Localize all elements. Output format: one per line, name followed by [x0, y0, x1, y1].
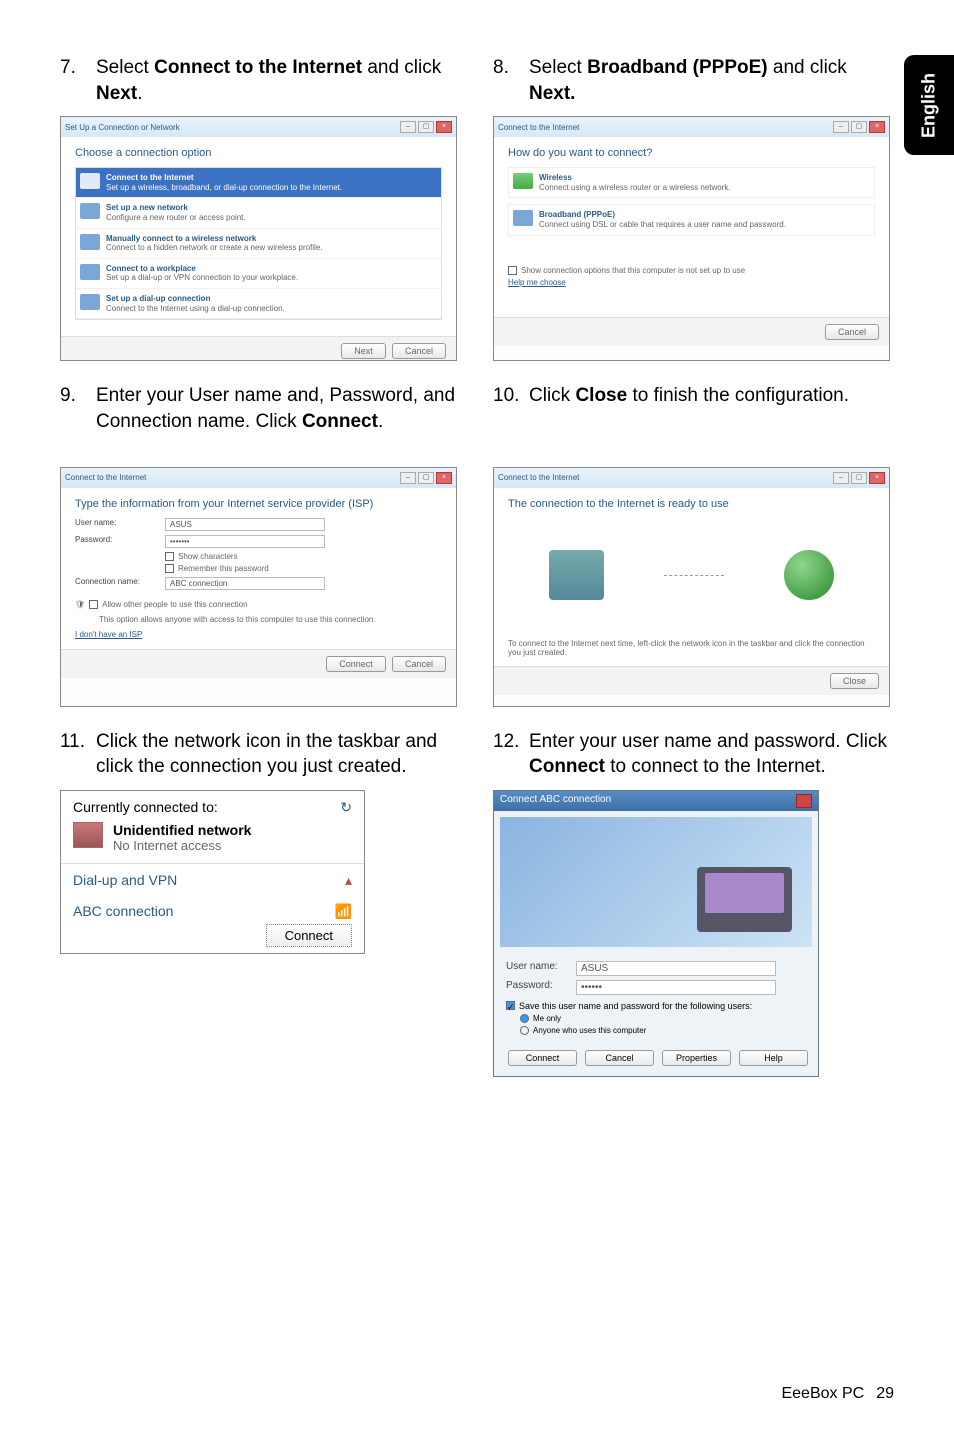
flyout-header: Currently connected to: [73, 799, 218, 815]
connect-button[interactable]: Connect [266, 924, 352, 947]
building-icon [80, 264, 100, 280]
signal-icon [513, 173, 533, 189]
connect-button[interactable]: Connect [326, 656, 386, 672]
option-dialup[interactable]: Set up a dial-up connectionConnect to th… [76, 289, 441, 319]
connect-button[interactable]: Connect [508, 1050, 577, 1066]
pc-icon [549, 550, 604, 600]
screenshot-isp-info: Connect to the Internet –▢× Type the inf… [60, 467, 457, 707]
next-button[interactable]: Next [341, 343, 386, 359]
dialog-heading: The connection to the Internet is ready … [508, 498, 875, 510]
connection-item[interactable]: ABC connection 📶 [61, 897, 364, 923]
modem-icon [513, 210, 533, 226]
max-icon[interactable]: ▢ [418, 121, 434, 133]
step-11: 11. Click the network icon in the taskba… [60, 729, 457, 780]
checkbox-icon[interactable] [89, 600, 98, 609]
window-title: Connect to the Internet [498, 123, 579, 132]
radio-icon[interactable] [520, 1014, 529, 1023]
globe-icon [784, 550, 834, 600]
max-icon[interactable]: ▢ [851, 121, 867, 133]
radio-icon[interactable] [520, 1026, 529, 1035]
window-title: Connect to the Internet [65, 473, 146, 482]
close-button[interactable]: Close [830, 673, 879, 689]
password-input[interactable]: •••••• [576, 980, 776, 995]
signal-icon: 📶 [335, 903, 352, 920]
close-icon[interactable] [796, 794, 812, 808]
page-footer: EeeBox PC29 [781, 1385, 894, 1403]
network-flyout: Currently connected to: ↻ Unidentified n… [60, 790, 365, 954]
dialog-heading: Type the information from your Internet … [75, 498, 442, 510]
close-icon[interactable]: × [869, 121, 885, 133]
window-title: Set Up a Connection or Network [65, 123, 180, 132]
step-10: 10. Click Close to finish the configurat… [493, 383, 890, 409]
connection-name-input[interactable]: ABC connection [165, 577, 325, 590]
cancel-button[interactable]: Cancel [825, 324, 879, 340]
dial-connect-dialog: Connect ABC connection User name:ASUS Pa… [493, 790, 819, 1077]
screenshot-ready: Connect to the Internet –▢× The connecti… [493, 467, 890, 707]
close-icon[interactable]: × [869, 472, 885, 484]
checkbox-icon[interactable] [165, 564, 174, 573]
connection-line [664, 575, 724, 576]
close-icon[interactable]: × [436, 121, 452, 133]
dialog-heading: Choose a connection option [75, 147, 442, 159]
collapse-icon[interactable]: ▴ [345, 872, 352, 889]
screenshot-how-connect: Connect to the Internet – ▢ × How do you… [493, 116, 890, 361]
network-status: No Internet access [113, 838, 251, 853]
option-workplace[interactable]: Connect to a workplaceSet up a dial-up o… [76, 259, 441, 289]
refresh-icon[interactable]: ↻ [340, 799, 352, 816]
wireless-icon [80, 234, 100, 250]
globe-icon [80, 173, 100, 189]
checkbox-icon[interactable]: ✓ [506, 1001, 515, 1010]
router-icon [80, 203, 100, 219]
step-12: 12. Enter your user name and password. C… [493, 729, 890, 780]
option-connect-internet[interactable]: Connect to the InternetSet up a wireless… [76, 168, 441, 198]
section-label: Dial-up and VPN [73, 872, 177, 889]
option-manual-wireless[interactable]: Manually connect to a wireless networkCo… [76, 229, 441, 259]
option-wireless[interactable]: WirelessConnect using a wireless router … [508, 167, 875, 198]
close-icon[interactable]: × [436, 472, 452, 484]
dialog-title: Connect ABC connection [500, 794, 611, 808]
dialog-heading: How do you want to connect? [508, 147, 875, 159]
cancel-button[interactable]: Cancel [585, 1050, 654, 1066]
min-icon[interactable]: – [833, 121, 849, 133]
password-input[interactable]: ••••••• [165, 535, 325, 548]
option-new-network[interactable]: Set up a new networkConfigure a new rout… [76, 198, 441, 228]
help-button[interactable]: Help [739, 1050, 808, 1066]
step-9: 9. Enter your User name and, Password, a… [60, 383, 457, 434]
connection-graphic [500, 817, 812, 947]
network-status-icon [73, 822, 103, 848]
help-link[interactable]: Help me choose [508, 278, 566, 287]
language-tab: English [904, 55, 954, 155]
checkbox-icon[interactable] [165, 552, 174, 561]
username-input[interactable]: ASUS [576, 961, 776, 976]
option-broadband[interactable]: Broadband (PPPoE)Connect using DSL or ca… [508, 204, 875, 235]
no-isp-link[interactable]: I don't have an ISP [75, 630, 142, 639]
min-icon[interactable]: – [400, 121, 416, 133]
laptop-icon [697, 867, 792, 932]
screenshot-choose-connection: Set Up a Connection or Network – ▢ × Cho… [60, 116, 457, 361]
username-input[interactable]: ASUS [165, 518, 325, 531]
properties-button[interactable]: Properties [662, 1050, 731, 1066]
phone-icon [80, 294, 100, 310]
step-8: 8. Select Broadband (PPPoE) and click Ne… [493, 55, 890, 106]
window-title: Connect to the Internet [498, 473, 579, 482]
step-7: 7. Select Connect to the Internet and cl… [60, 55, 457, 106]
checkbox-icon[interactable] [508, 266, 517, 275]
cancel-button[interactable]: Cancel [392, 343, 446, 359]
cancel-button[interactable]: Cancel [392, 656, 446, 672]
network-name: Unidentified network [113, 822, 251, 838]
